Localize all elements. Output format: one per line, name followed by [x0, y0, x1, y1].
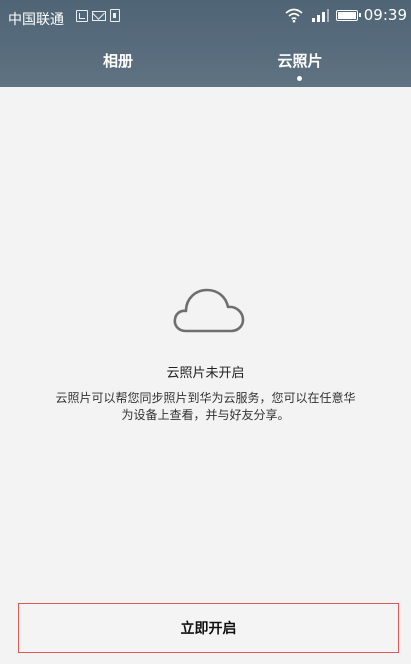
mail-icon	[92, 10, 106, 21]
carrier-label: 中国联通	[8, 12, 64, 28]
tab-album[interactable]: 相册	[58, 50, 178, 71]
status-bar: 中国联通 09:39	[0, 0, 411, 34]
description-line: 为设备上查看，并与好友分享。	[121, 408, 290, 422]
cloud-photos-empty-state: 云照片未开启 云照片可以帮您同步照片到华为云服务，您可以在任意华 为设备上查看，…	[0, 87, 411, 664]
app-header: 中国联通 09:39 相册 云照片	[0, 0, 411, 87]
notification-icons	[76, 9, 120, 22]
description-line: 云照片可以帮您同步照片到华为云服务，您可以在任意华	[55, 391, 356, 405]
enable-now-button[interactable]: 立即开启	[18, 603, 399, 653]
signal-icon	[311, 9, 329, 22]
empty-state-title: 云照片未开启	[166, 366, 245, 381]
clock: 09:39	[363, 6, 407, 24]
tab-bar: 相册 云照片	[0, 34, 411, 87]
battery-icon	[335, 9, 361, 21]
cloud-icon	[173, 288, 245, 333]
status-right: 09:39	[284, 6, 407, 24]
wifi-icon	[285, 8, 303, 23]
image-notification-icon	[76, 9, 88, 22]
empty-state-description: 云照片可以帮您同步照片到华为云服务，您可以在任意华 为设备上查看，并与好友分享。	[28, 390, 383, 424]
sim-icon	[110, 9, 120, 22]
tab-cloud-photos[interactable]: 云照片	[240, 50, 360, 71]
tab-selected-indicator	[297, 76, 302, 81]
